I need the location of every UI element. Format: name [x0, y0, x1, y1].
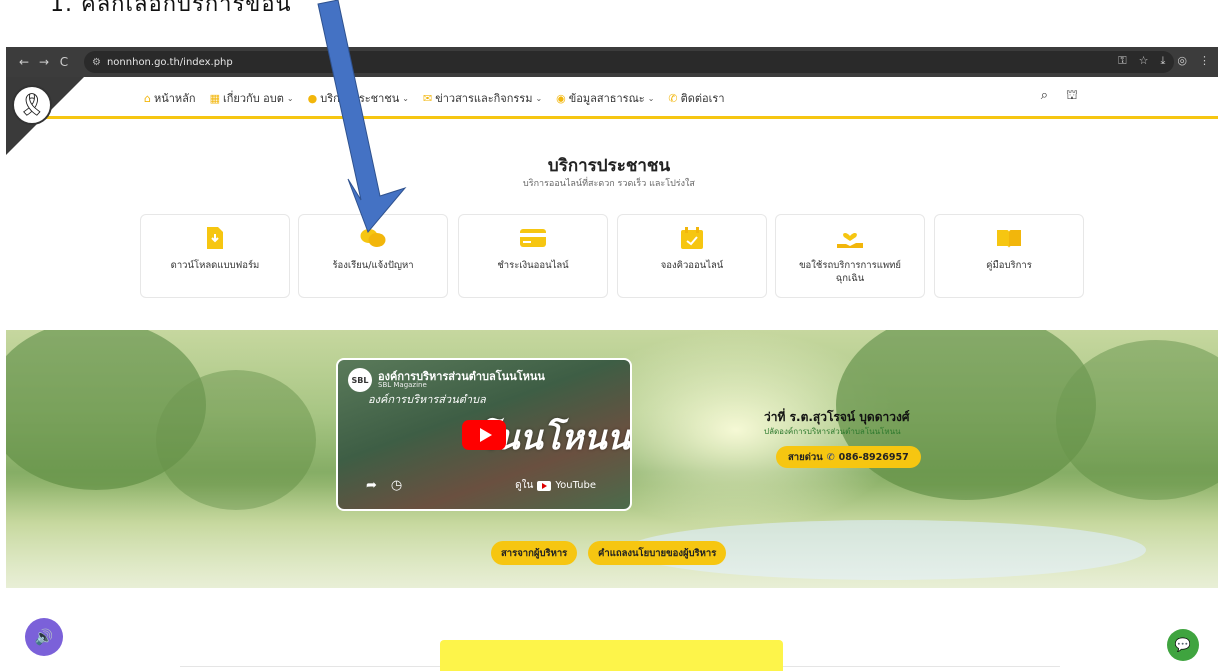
youtube-video-card[interactable]: SBL องค์การบริหารส่วนตำบลโนนโหนน SBL Mag…: [336, 358, 632, 511]
watch-on-label: ดูใน: [515, 480, 534, 491]
service-label: ขอใช้รถบริการการแพทย์ฉุกเฉิน: [799, 260, 901, 284]
reload-icon[interactable]: C: [54, 55, 74, 69]
menu-label: บริการประชาชน: [320, 92, 400, 105]
youtube-play-button[interactable]: [462, 420, 506, 450]
service-card-complaint[interactable]: ร้องเรียน/แจ้งปัญหา: [298, 214, 448, 298]
executive-message-button[interactable]: สารจากผู้บริหาร: [491, 541, 578, 565]
service-card-manual[interactable]: คู่มือบริการ: [934, 214, 1084, 298]
credit-card-icon: [520, 227, 546, 249]
browser-toolbar: ← → C ⚙ nonnhon.go.th/index.php ⚿ ☆ ⤓ ◎ …: [6, 47, 1218, 77]
hotline-button[interactable]: สายด่วน ✆ 086-8926957: [776, 446, 921, 468]
chat-bubbles-icon: [360, 227, 386, 249]
service-card-ambulance[interactable]: ขอใช้รถบริการการแพทย์ฉุกเฉิน: [775, 214, 925, 298]
channel-logo: SBL: [348, 368, 372, 392]
mayor-title: ปลัดองค์การบริหารส่วนตำบลโนนโหนน: [764, 427, 901, 436]
menu-item-news[interactable]: ✉ ข่าวสารและกิจกรรม ⌄: [423, 89, 542, 107]
database-icon: ◉: [556, 91, 566, 105]
site-header: 🎗 ⌂ หน้าหลัก ▦ เกี่ยวกับ อบต ⌄ ● บริการป…: [6, 77, 1218, 155]
building-icon: ▦: [209, 91, 220, 105]
password-key-icon[interactable]: ⚿: [1118, 54, 1126, 68]
chevron-down-icon: ⌄: [286, 93, 294, 103]
video-script-text: องค์การบริหารส่วนตำบล: [368, 393, 486, 406]
url-text: nonnhon.go.th/index.php: [106, 56, 233, 68]
chevron-down-icon: ⌄: [647, 93, 655, 103]
menu-item-services[interactable]: ● บริการประชาชน ⌄: [308, 89, 409, 107]
next-section-header: [440, 640, 783, 671]
sitemap-icon[interactable]: ⛫: [1066, 88, 1078, 105]
address-bar[interactable]: ⚙ nonnhon.go.th/index.php: [84, 51, 1174, 73]
menu-label: ข้อมูลสาธารณะ: [568, 92, 645, 105]
service-card-payment[interactable]: ชำระเงินออนไลน์: [458, 214, 608, 298]
menu-item-public-data[interactable]: ◉ ข้อมูลสาธารณะ ⌄: [556, 89, 654, 107]
phone-icon: ✆: [668, 91, 678, 105]
screenshot: 1. คลิกเลือกบริการข้อนี้ ← → C ⚙ nonnhon…: [0, 0, 1218, 671]
profile-icon[interactable]: ◎: [1177, 54, 1187, 68]
service-label: จองคิวออนไลน์: [660, 260, 724, 271]
hand-heart-icon: [837, 227, 863, 249]
service-card-download-forms[interactable]: ดาวน์โหลดแบบฟอร์ม: [140, 214, 290, 298]
services-subtitle: บริการออนไลน์ที่สะดวก รวดเร็ว และโปร่งใส: [523, 179, 695, 189]
home-icon: ⌂: [144, 91, 151, 105]
mourning-ribbon-icon: 🎗: [12, 85, 52, 125]
youtube-logo-icon: [537, 480, 552, 491]
menu-kebab-icon[interactable]: ⋮: [1199, 54, 1210, 68]
people-icon: ●: [307, 91, 318, 105]
hotline-label: สายด่วน: [788, 451, 823, 463]
menu-label: ข่าวสารและกิจกรรม: [435, 92, 533, 105]
watch-on-youtube[interactable]: ดูใน YouTube: [515, 478, 596, 493]
menu-label: ติดต่อเรา: [680, 92, 725, 105]
service-label: ร้องเรียน/แจ้งปัญหา: [332, 260, 414, 271]
book-icon: [996, 227, 1022, 249]
menu-label: หน้าหลัก: [153, 92, 196, 105]
header-tools: ⌕ ⛫: [1041, 88, 1078, 105]
chevron-down-icon: ⌄: [402, 93, 409, 103]
policy-statement-button[interactable]: คำแถลงนโยบายของผู้บริหาร: [588, 541, 727, 565]
chat-button[interactable]: 💬: [1167, 629, 1199, 661]
main-menu: ⌂ หน้าหลัก ▦ เกี่ยวกับ อบต ⌄ ● บริการประ…: [144, 89, 725, 107]
speaker-icon: 🔊: [34, 628, 54, 646]
menu-item-about[interactable]: ▦ เกี่ยวกับ อบต ⌄: [210, 89, 294, 107]
menu-label: เกี่ยวกับ อบต: [223, 92, 284, 105]
download-icon[interactable]: ⤓: [1161, 54, 1166, 68]
service-card-booking[interactable]: จองคิวออนไลน์: [617, 214, 767, 298]
menu-item-contact[interactable]: ✆ ติดต่อเรา: [668, 89, 724, 107]
search-icon[interactable]: ⌕: [1041, 88, 1048, 105]
step-caption: 1. คลิกเลือกบริการข้อนี้: [50, 0, 292, 17]
back-icon[interactable]: ←: [14, 55, 34, 69]
services-title: บริการประชาชน: [547, 156, 671, 176]
chevron-down-icon: ⌄: [535, 93, 543, 103]
menu-item-home[interactable]: ⌂ หน้าหลัก: [144, 89, 196, 107]
accessibility-audio-button[interactable]: 🔊: [25, 618, 63, 656]
service-label: ชำระเงินออนไลน์: [497, 260, 569, 271]
phone-icon: ✆: [826, 451, 835, 463]
service-label: คู่มือบริการ: [986, 260, 1032, 271]
chat-icon: 💬: [1174, 637, 1192, 653]
service-label: ดาวน์โหลดแบบฟอร์ม: [170, 260, 260, 271]
browser-actions: ⚿ ☆ ⤓ ◎ ⋮: [1118, 54, 1210, 68]
youtube-label: YouTube: [555, 480, 596, 491]
share-icon[interactable]: ➦: [366, 478, 377, 493]
forward-icon[interactable]: →: [34, 55, 54, 69]
download-file-icon: [202, 227, 228, 249]
watch-later-icon[interactable]: ◷: [391, 478, 402, 493]
megaphone-icon: ✉: [423, 91, 433, 105]
calendar-check-icon: [679, 227, 705, 249]
bookmark-star-icon[interactable]: ☆: [1139, 54, 1149, 68]
site-settings-icon[interactable]: ⚙: [92, 57, 101, 68]
hotline-number: 086-8926957: [838, 451, 909, 463]
video-magazine: SBL Magazine: [378, 381, 427, 389]
video-controls: ➦ ◷: [366, 478, 402, 493]
